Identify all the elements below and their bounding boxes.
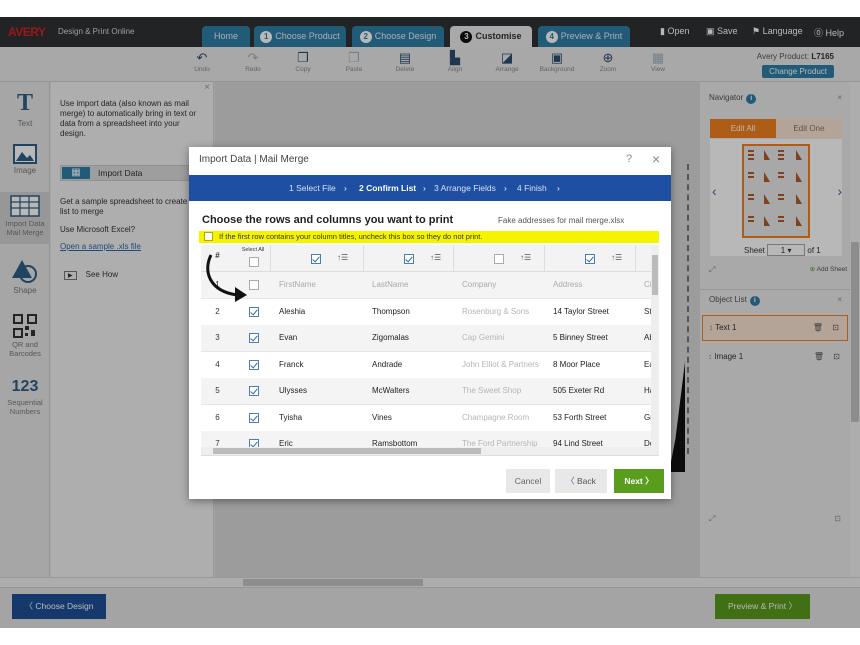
row-number: 2 (215, 306, 220, 316)
table-cell: The Sweet Shop (462, 386, 522, 395)
back-button[interactable]: 〈 Back (555, 469, 607, 493)
column-divider (635, 245, 636, 272)
row-checkbox[interactable] (249, 386, 259, 396)
table-row[interactable]: 1 FirstName LastName Company Address Ci (201, 272, 652, 299)
table-cell: 8 Moor Place (553, 359, 601, 369)
table-cell: FirstName (279, 280, 316, 289)
dialog-heading: Choose the rows and columns you want to … (202, 214, 454, 226)
table-cell: Tyisha (279, 412, 303, 422)
column-checkbox[interactable] (494, 254, 504, 264)
table-cell: John Elliot & Partners (462, 359, 539, 369)
sort-icon[interactable]: ↑☰ (430, 253, 441, 262)
app-window: AVERY Design & Print Online Home 1 Choose… (0, 17, 860, 628)
row-checkbox[interactable] (249, 412, 259, 423)
sort-icon[interactable]: ↑☰ (520, 253, 531, 262)
column-divider (453, 245, 454, 272)
chevron-right-icon: › (504, 183, 507, 193)
table-row[interactable]: 3 Evan Zigomalas Cap Gemini 5 Binney Street A… (201, 325, 654, 352)
scrollbar-thumb[interactable] (213, 448, 481, 454)
arrow-pointer-icon (206, 254, 247, 302)
table-row[interactable]: 4 Franck Andrade John Elliot & Partners 8 Mo… (201, 351, 654, 379)
table-row[interactable]: 2 Aleshia Thompson Rosenburg & Sons 14 Taylo… (201, 298, 652, 326)
table-row[interactable]: 5 Ulysses McWalters The Sweet Shop 505 Exete… (201, 378, 654, 405)
table-cell: Thompson (372, 306, 410, 316)
table-cell: Company (462, 280, 497, 289)
row-number: 6 (215, 412, 220, 422)
row-number: 4 (215, 359, 220, 369)
notice-text: If the first row contains your column ti… (219, 232, 483, 241)
chevron-right-icon: › (557, 183, 560, 193)
table-row[interactable]: 6 Tyisha Vines Champagne Room 53 Forth Stree… (201, 404, 653, 432)
next-button[interactable]: Next 〉 (614, 469, 664, 493)
dialog-title: Import Data | Mail Merge (199, 154, 309, 165)
header-row-notice: If the first row contains your column ti… (199, 231, 659, 243)
wizard-steps-bar: 1 Select File › 2 Confirm List › 3 Arran… (189, 175, 671, 201)
cancel-button[interactable]: Cancel (506, 469, 550, 493)
table-cell: McWalters (372, 386, 410, 395)
back-label: Back (576, 476, 596, 486)
step-confirm-list: 2 Confirm List (359, 183, 417, 193)
chevron-right-icon: › (344, 183, 347, 193)
chevron-left-icon: 〈 (566, 476, 577, 486)
step-arrange-fields: 3 Arrange Fields (434, 183, 496, 193)
dialog-help-button[interactable]: ? (626, 153, 632, 165)
column-divider (270, 245, 271, 272)
step-finish: 4 Finish (517, 183, 547, 193)
table-cell: Andrade (372, 359, 403, 369)
table-cell: Address (553, 280, 583, 289)
data-table: # Select All ↑☰↑☰↑☰↑☰↑☰ 1FirstNameLastNa… (201, 245, 659, 456)
table-cell: Franck (279, 359, 304, 369)
file-name: Fake addresses for mail merge.xlsx (498, 216, 625, 225)
column-checkbox[interactable] (585, 254, 595, 264)
column-checkbox[interactable] (311, 254, 321, 264)
import-data-dialog: Import Data | Mail Merge ? × 1 Select Fi… (189, 147, 671, 499)
table-horizontal-scrollbar[interactable] (201, 447, 651, 455)
table-cell: Rosenburg & Sons (462, 306, 530, 316)
sort-icon[interactable]: ↑☰ (611, 253, 622, 262)
column-checkbox[interactable] (404, 254, 414, 264)
chevron-right-icon: › (423, 183, 426, 193)
table-header-row: # Select All ↑☰↑☰↑☰↑☰↑☰ (201, 245, 651, 272)
table-cell: LastName (372, 280, 409, 289)
scrollbar-thumb[interactable] (652, 255, 658, 295)
row-number: 3 (215, 333, 220, 342)
table-cell: Ulysses (279, 386, 308, 395)
table-cell: 5 Binney Street (553, 333, 608, 342)
table-cell: Vines (372, 412, 392, 422)
row-checkbox[interactable] (249, 306, 259, 317)
chevron-right-icon: 〉 (642, 476, 654, 486)
row-checkbox[interactable] (249, 333, 259, 343)
sort-icon[interactable]: ↑☰ (337, 253, 348, 262)
table-cell: 53 Forth Street (553, 412, 607, 422)
dialog-close-button[interactable]: × (652, 151, 660, 167)
table-cell: Cap Gemini (462, 333, 505, 342)
step-select-file: 1 Select File (289, 183, 336, 193)
column-divider (544, 245, 545, 272)
row-checkbox[interactable] (249, 359, 259, 370)
table-cell: 505 Exeter Rd (553, 386, 605, 395)
next-label: Next (624, 476, 643, 486)
row-number: 5 (215, 386, 220, 395)
table-cell: 14 Taylor Street (553, 306, 609, 316)
table-cell: Evan (279, 333, 298, 342)
table-vertical-scrollbar[interactable] (651, 245, 659, 455)
table-cell: Champagne Room (462, 412, 530, 422)
table-cell: Zigomalas (372, 333, 409, 342)
column-divider (363, 245, 364, 272)
table-cell: Aleshia (279, 306, 306, 316)
header-row-checkbox[interactable] (204, 232, 213, 241)
